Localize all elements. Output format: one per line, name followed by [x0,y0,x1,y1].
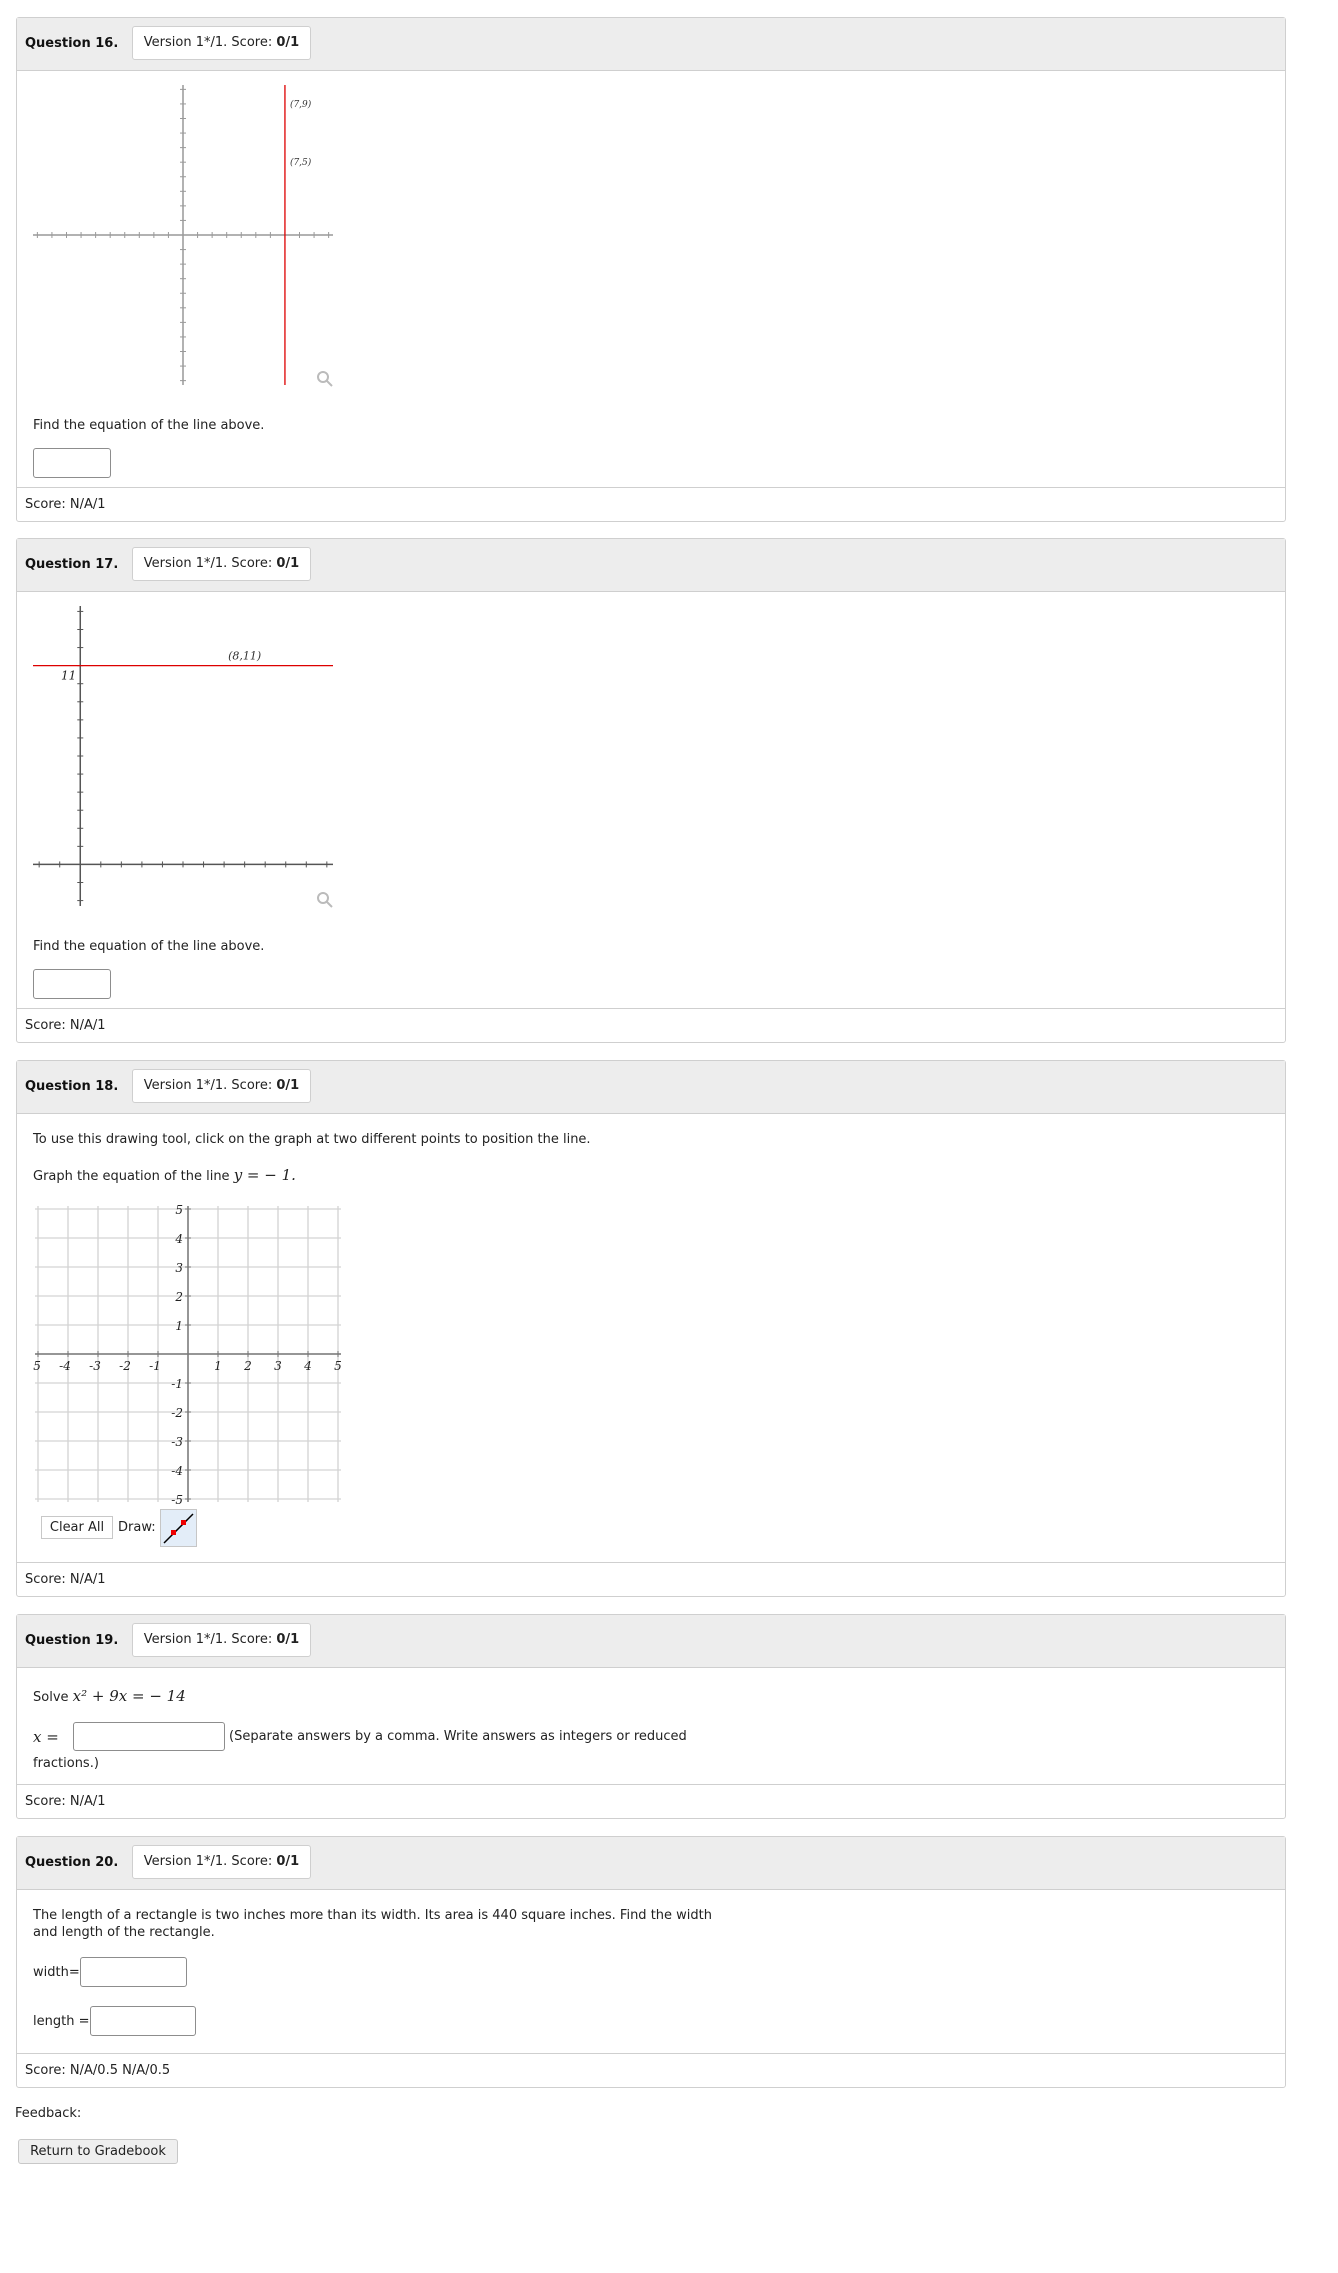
version-score-badge: Version 1*/1. Score: 0/1 [132,547,311,581]
length-label: length = [33,2014,90,2029]
y-tick-label: 4 [174,1232,183,1246]
x-tick-label: -2 [119,1359,131,1373]
x-tick-label: -4 [59,1359,71,1373]
question-title: Question 17. [25,557,119,572]
y-tick-label: -5 [171,1493,183,1507]
x-tick-label: -5 [33,1359,41,1373]
question-prompt: Solve x² + 9x = − 14 [33,1687,186,1705]
y-tick-label: -3 [171,1435,183,1449]
badge-score: 0/1 [276,1078,300,1093]
badge-score: 0/1 [276,35,300,50]
question-title: Question 18. [25,1079,119,1094]
answer-input[interactable] [33,448,111,478]
point-label: (7,5) [290,157,312,168]
line-tool-icon [163,1513,194,1544]
score-footer: Score: N/A/1 [17,487,1285,521]
question-title: Question 20. [25,1855,119,1870]
graph-q16: (7,9) (7,5) [33,85,333,385]
y-tick-label: 3 [175,1261,183,1275]
x-tick-label: -3 [89,1359,101,1373]
line-tool-button[interactable] [160,1509,197,1547]
score-footer: Score: N/A/1 [17,1562,1285,1596]
question-title: Question 19. [25,1633,119,1648]
answer-input[interactable] [73,1722,225,1751]
score-text: Score: N/A/1 [25,1572,106,1587]
score-footer: Score: N/A/0.5 N/A/0.5 [17,2053,1285,2087]
answer-label: x = [33,1728,59,1746]
magnifier-icon[interactable] [316,370,334,388]
question-header: Question 16. Version 1*/1. Score: 0/1 [17,18,1285,71]
equation: y = − 1. [233,1166,296,1184]
y-tick-label: 2 [174,1290,183,1304]
y-axis-value-label: 11 [61,669,76,683]
score-text: Score: N/A/0.5 N/A/0.5 [25,2063,171,2078]
answer-input[interactable] [33,969,111,999]
version-score-badge: Version 1*/1. Score: 0/1 [132,26,311,60]
y-tick-label: -2 [171,1406,183,1420]
question-prompt: Find the equation of the line above. [33,418,265,433]
score-text: Score: N/A/1 [25,497,106,512]
feedback-label: Feedback: [15,2106,82,2121]
equation: x² + 9x = − 14 [72,1687,186,1705]
question-16-panel: Question 16. Version 1*/1. Score: 0/1 (7… [16,17,1286,522]
question-title: Question 16. [25,36,119,51]
problem-text-line-2: and length of the rectangle. [33,1925,215,1940]
question-header: Question 20. Version 1*/1. Score: 0/1 [17,1837,1285,1890]
y-tick-label: -1 [171,1377,183,1391]
score-footer: Score: N/A/1 [17,1008,1285,1042]
question-header: Question 19. Version 1*/1. Score: 0/1 [17,1615,1285,1668]
y-tick-label: -4 [171,1464,183,1478]
badge-score: 0/1 [276,556,300,571]
graph-q17: (8,11) 11 [33,606,333,906]
drawing-instructions: To use this drawing tool, click on the g… [33,1132,591,1147]
score-footer: Score: N/A/1 [17,1784,1285,1818]
question-18-panel: Question 18. Version 1*/1. Score: 0/1 To… [16,1060,1286,1597]
x-tick-label: 1 [214,1359,222,1373]
x-tick-label: 2 [243,1359,252,1373]
badge-score: 0/1 [276,1632,300,1647]
drawing-grid[interactable]: -5 -4 -3 -2 -1 1 2 3 4 5 5 4 3 2 1 -1 -2 -3 -4 -5 [33,1204,343,1509]
width-label: width= [33,1965,80,1980]
question-prompt: Graph the equation of the line y = − 1. [33,1166,296,1184]
score-text: Score: N/A/1 [25,1794,106,1809]
badge-score: 0/1 [276,1854,300,1869]
x-tick-label: 4 [303,1359,312,1373]
x-tick-label: 3 [274,1359,282,1373]
point-label: (8,11) [228,650,261,663]
question-prompt: Find the equation of the line above. [33,939,265,954]
answer-hint-continued: fractions.) [33,1756,99,1771]
length-input[interactable] [90,2006,196,2036]
question-20-panel: Question 20. Version 1*/1. Score: 0/1 Th… [16,1836,1286,2088]
version-score-badge: Version 1*/1. Score: 0/1 [132,1845,311,1879]
question-header: Question 17. Version 1*/1. Score: 0/1 [17,539,1285,592]
draw-label: Draw: [118,1520,156,1535]
return-to-gradebook-button[interactable]: Return to Gradebook [18,2139,178,2164]
score-text: Score: N/A/1 [25,1018,106,1033]
clear-all-button[interactable]: Clear All [41,1516,113,1539]
question-header: Question 18. Version 1*/1. Score: 0/1 [17,1061,1285,1114]
answer-hint: (Separate answers by a comma. Write answ… [229,1729,687,1744]
y-tick-label: 5 [175,1204,183,1217]
width-input[interactable] [80,1957,187,1987]
magnifier-icon[interactable] [316,891,334,909]
point-label: (7,9) [290,99,312,110]
version-score-badge: Version 1*/1. Score: 0/1 [132,1069,311,1103]
y-tick-label: 1 [175,1319,183,1333]
problem-text-line-1: The length of a rectangle is two inches … [33,1908,712,1923]
x-tick-label: -1 [149,1359,161,1373]
question-17-panel: Question 17. Version 1*/1. Score: 0/1 (8… [16,538,1286,1043]
version-score-badge: Version 1*/1. Score: 0/1 [132,1623,311,1657]
question-19-panel: Question 19. Version 1*/1. Score: 0/1 So… [16,1614,1286,1819]
x-tick-label: 5 [334,1359,342,1373]
